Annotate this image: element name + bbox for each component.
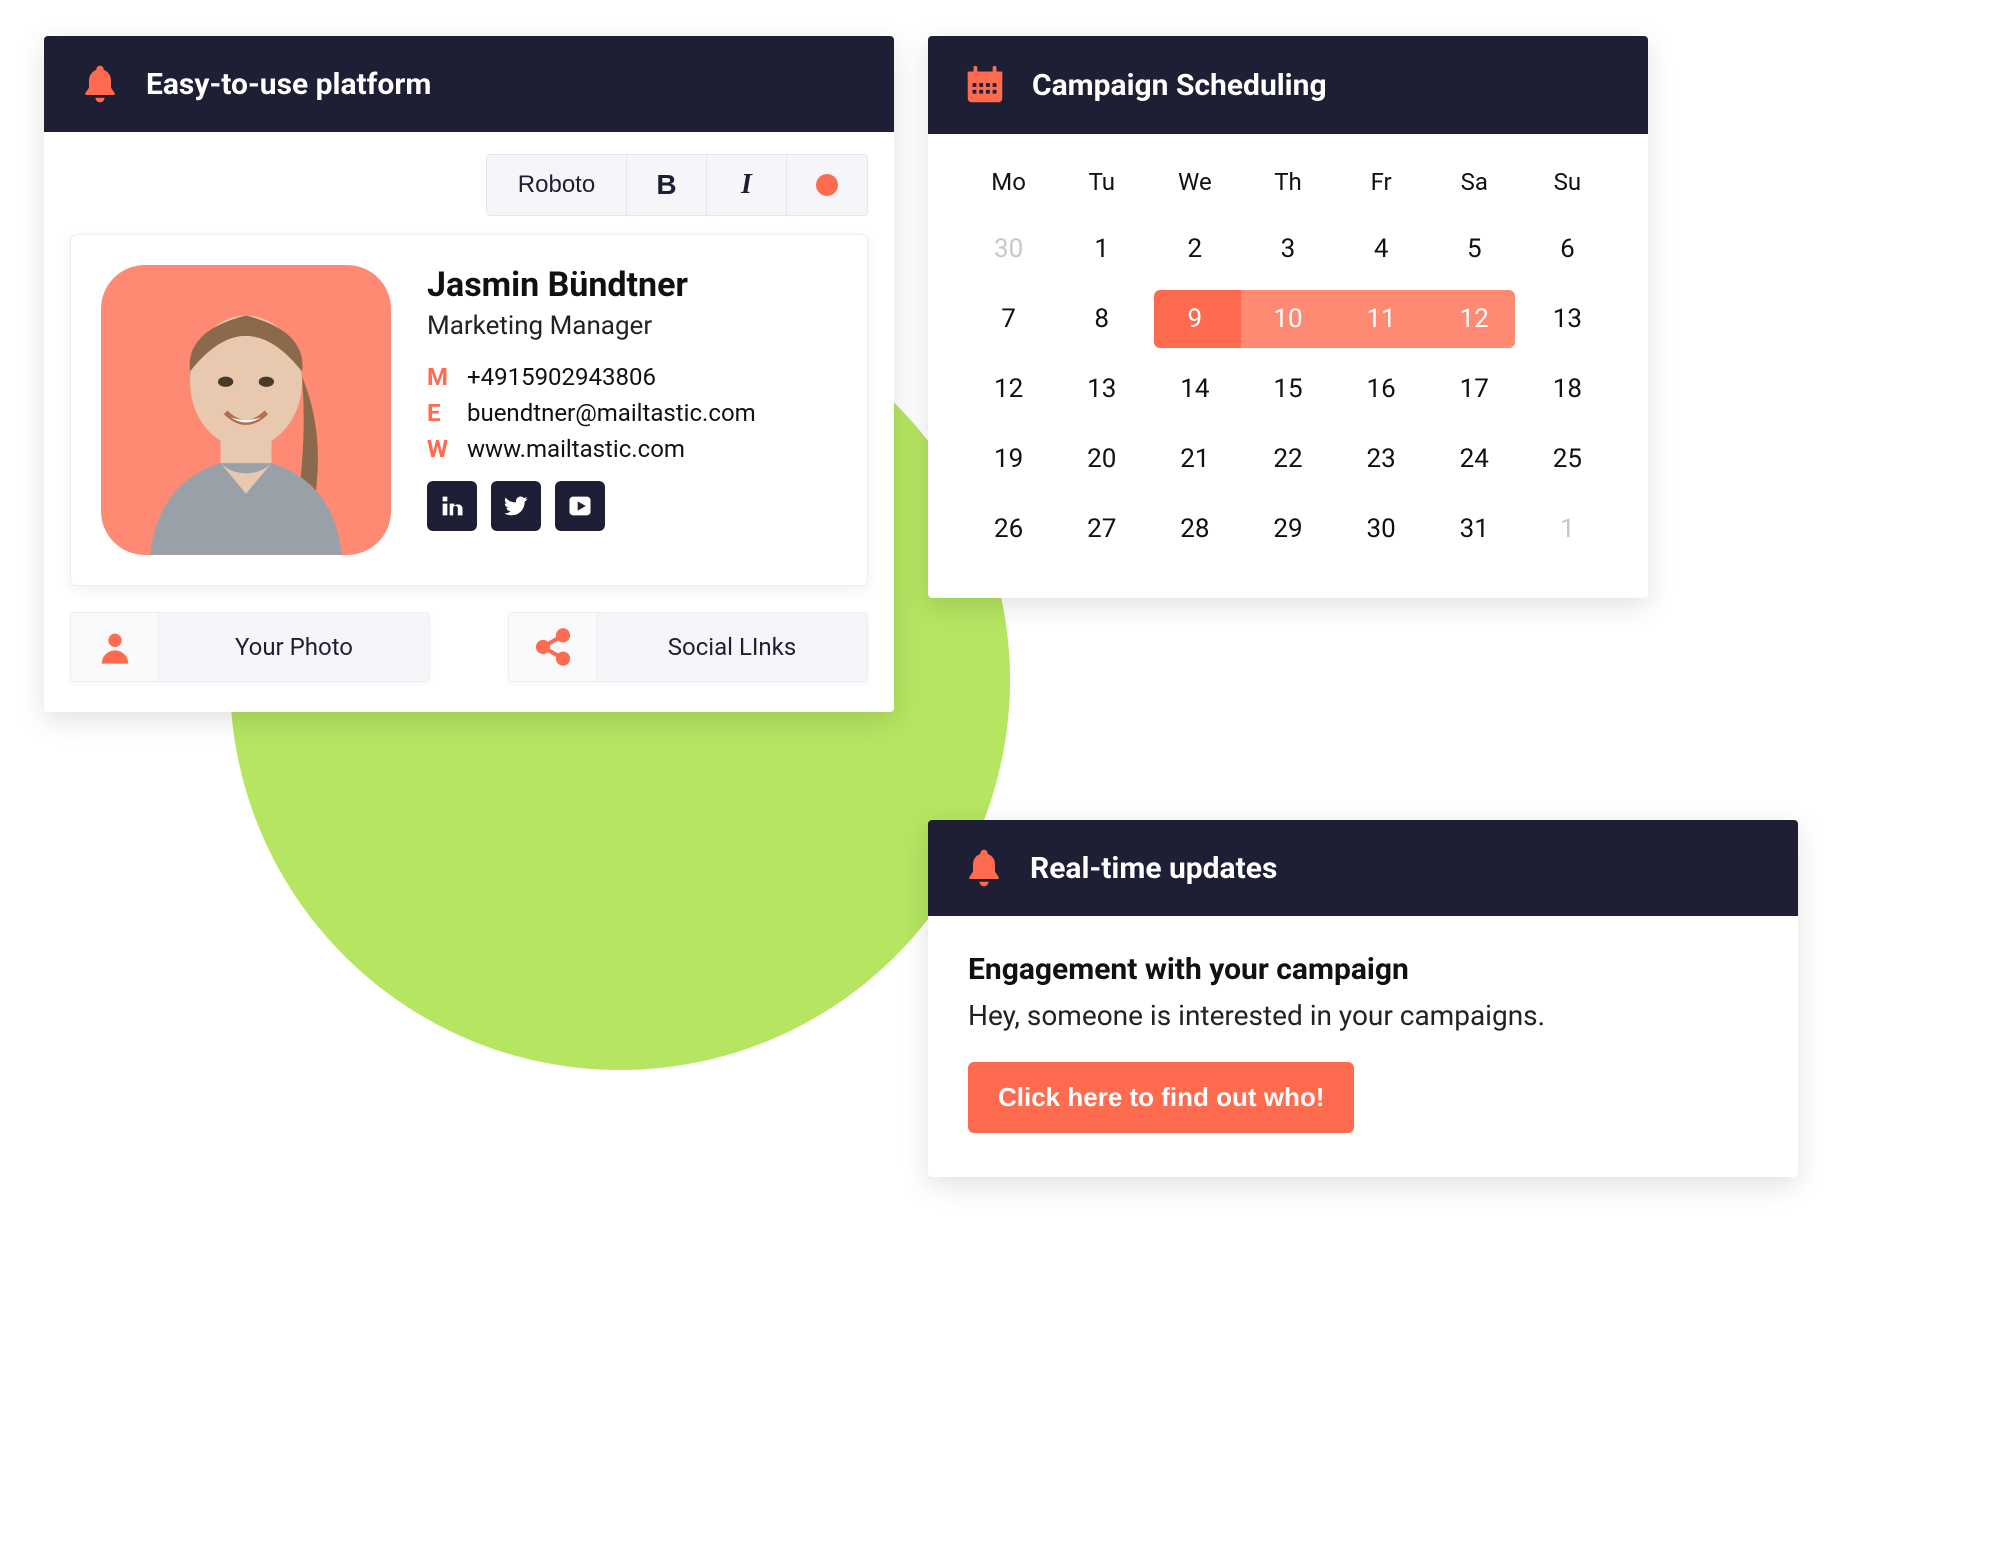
weekday-header: Mo [962,156,1055,214]
calendar-day[interactable]: 12 [962,354,1055,424]
calendar-day[interactable]: 6 [1521,214,1614,284]
calendar-day[interactable]: 12 [1428,284,1521,354]
updates-body: Engagement with your campaign Hey, someo… [928,916,1798,1177]
calendar-day[interactable]: 1 [1055,214,1148,284]
calendar-day[interactable]: 28 [1148,494,1241,564]
italic-label: I [741,169,752,201]
calendar-day[interactable]: 23 [1335,424,1428,494]
weekday-header: Su [1521,156,1614,214]
italic-button[interactable]: I [707,155,787,215]
calendar-grid: MoTuWeThFrSaSu30123456789101112131213141… [962,156,1614,564]
share-icon [509,613,597,681]
email-label: E [427,399,453,427]
linkedin-icon[interactable] [427,481,477,531]
weekday-header: Fr [1335,156,1428,214]
calendar-day[interactable]: 3 [1241,214,1334,284]
bell-icon [962,846,1006,890]
calendar-day[interactable]: 14 [1148,354,1241,424]
youtube-icon[interactable] [555,481,605,531]
web-label: W [427,435,453,463]
font-select[interactable]: Roboto [487,155,627,215]
calendar-title: Campaign Scheduling [1032,68,1327,103]
mobile-value: +4915902943806 [467,363,656,391]
signature-info: Jasmin Bündtner Marketing Manager M +491… [427,265,756,531]
calendar-icon [962,62,1008,108]
calendar-day[interactable]: 22 [1241,424,1334,494]
calendar-day[interactable]: 13 [1055,354,1148,424]
calendar-day[interactable]: 10 [1241,284,1334,354]
calendar-day[interactable]: 18 [1521,354,1614,424]
calendar-day[interactable]: 9 [1148,284,1241,354]
platform-actions: Your Photo Social LInks [44,612,894,712]
updates-card: Real-time updates Engagement with your c… [928,820,1798,1177]
bell-icon [78,62,122,106]
calendar-day[interactable]: 1 [1521,494,1614,564]
signature-preview: Jasmin Bündtner Marketing Manager M +491… [70,234,868,586]
font-label: Roboto [518,171,595,199]
platform-title: Easy-to-use platform [146,67,431,102]
calendar-day[interactable]: 29 [1241,494,1334,564]
calendar-day[interactable]: 24 [1428,424,1521,494]
color-button[interactable] [787,155,867,215]
platform-card: Easy-to-use platform Roboto B I [44,36,894,712]
calendar-day[interactable]: 4 [1335,214,1428,284]
bold-label: B [656,169,676,201]
updates-cta-button[interactable]: Click here to find out who! [968,1062,1354,1133]
twitter-icon[interactable] [491,481,541,531]
calendar-day[interactable]: 13 [1521,284,1614,354]
calendar-body: MoTuWeThFrSaSu30123456789101112131213141… [928,134,1648,598]
social-links-label: Social LInks [597,613,867,681]
weekday-header: We [1148,156,1241,214]
platform-header: Easy-to-use platform [44,36,894,132]
updates-header: Real-time updates [928,820,1798,916]
email-value: buendtner@mailtastic.com [467,399,756,427]
calendar-header: Campaign Scheduling [928,36,1648,134]
calendar-day[interactable]: 17 [1428,354,1521,424]
calendar-day[interactable]: 5 [1428,214,1521,284]
weekday-header: Sa [1428,156,1521,214]
calendar-day[interactable]: 19 [962,424,1055,494]
signature-name: Jasmin Bündtner [427,265,756,305]
updates-title: Real-time updates [1030,851,1277,886]
calendar-day[interactable]: 16 [1335,354,1428,424]
updates-heading: Engagement with your campaign [968,952,1758,987]
signature-role: Marketing Manager [427,311,756,341]
your-photo-button[interactable]: Your Photo [70,612,430,682]
calendar-day[interactable]: 2 [1148,214,1241,284]
calendar-day[interactable]: 20 [1055,424,1148,494]
person-icon [71,613,159,681]
social-links-button[interactable]: Social LInks [508,612,868,682]
calendar-day[interactable]: 8 [1055,284,1148,354]
mobile-label: M [427,363,453,391]
calendar-day[interactable]: 21 [1148,424,1241,494]
web-value: www.mailtastic.com [467,435,685,463]
color-swatch-icon [816,174,838,196]
calendar-day[interactable]: 30 [1335,494,1428,564]
bold-button[interactable]: B [627,155,707,215]
calendar-day[interactable]: 31 [1428,494,1521,564]
calendar-day[interactable]: 7 [962,284,1055,354]
weekday-header: Th [1241,156,1334,214]
email-row: E buendtner@mailtastic.com [427,399,756,427]
weekday-header: Tu [1055,156,1148,214]
web-row: W www.mailtastic.com [427,435,756,463]
calendar-day[interactable]: 11 [1335,284,1428,354]
toolbar-group: Roboto B I [486,154,868,216]
format-toolbar: Roboto B I [44,132,894,234]
calendar-card: Campaign Scheduling MoTuWeThFrSaSu301234… [928,36,1648,598]
social-icons [427,481,756,531]
calendar-day[interactable]: 25 [1521,424,1614,494]
your-photo-label: Your Photo [159,613,429,681]
avatar [101,265,391,555]
calendar-day[interactable]: 26 [962,494,1055,564]
updates-text: Hey, someone is interested in your campa… [968,999,1758,1032]
calendar-day[interactable]: 27 [1055,494,1148,564]
mobile-row: M +4915902943806 [427,363,756,391]
calendar-day[interactable]: 30 [962,214,1055,284]
calendar-day[interactable]: 15 [1241,354,1334,424]
